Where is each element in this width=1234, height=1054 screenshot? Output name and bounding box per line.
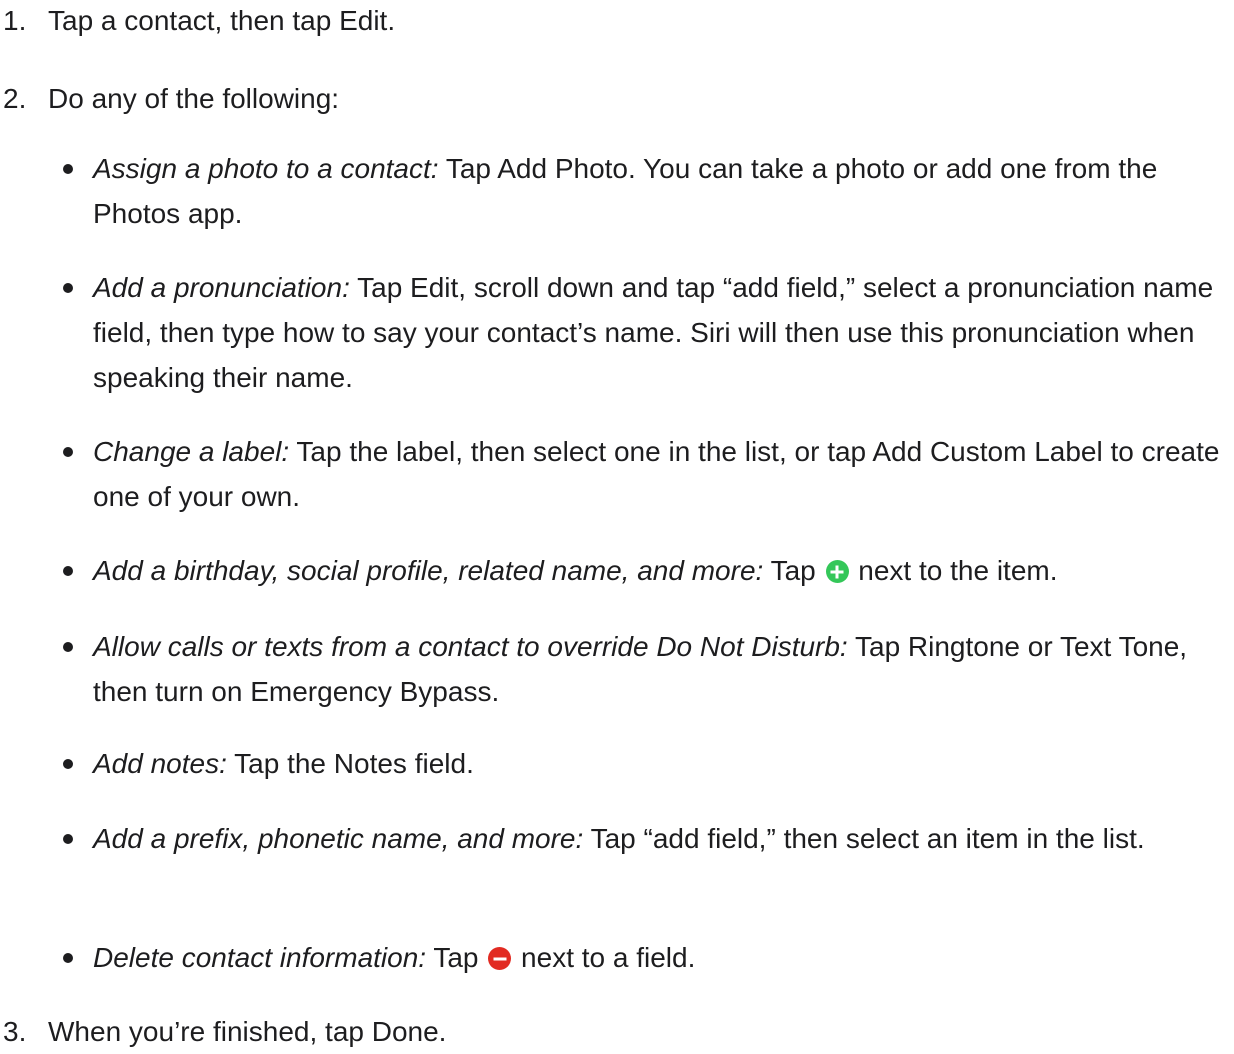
list-item-add-prefix: Add a prefix, phonetic name, and more: T… bbox=[63, 816, 1223, 861]
instructions-document: 1. Tap a contact, then tap Edit. 2. Do any… bbox=[0, 0, 1234, 1048]
bullet-dot bbox=[63, 164, 73, 174]
list-item-change-label: Change a label: Tap the label, then sele… bbox=[63, 429, 1223, 519]
item-text-after: next to a field. bbox=[513, 942, 696, 973]
list-item-emergency-bypass: Allow calls or texts from a contact to o… bbox=[63, 624, 1223, 714]
step-number: 1. bbox=[3, 5, 27, 36]
item-label: Add a prefix, phonetic name, and more: bbox=[93, 823, 584, 854]
bullet-dot bbox=[63, 834, 73, 844]
bullet-dot bbox=[63, 283, 73, 293]
step-3: 3. When you’re finished, tap Done. bbox=[3, 1009, 446, 1054]
item-text-before: Tap bbox=[426, 942, 487, 973]
item-label: Change a label: bbox=[93, 436, 290, 467]
step-2: 2. Do any of the following: bbox=[3, 76, 339, 121]
bullet-dot bbox=[63, 566, 73, 576]
list-item-add-birthday: Add a birthday, social profile, related … bbox=[63, 548, 1223, 593]
step-1: 1. Tap a contact, then tap Edit. bbox=[3, 0, 395, 43]
item-label: Delete contact information: bbox=[93, 942, 427, 973]
list-item-delete-info: Delete contact information: Tap next to … bbox=[63, 935, 1223, 980]
step-number: 3. bbox=[3, 1016, 27, 1047]
bullet-dot bbox=[63, 447, 73, 457]
bullet-dot bbox=[63, 953, 73, 963]
list-item-assign-photo: Assign a photo to a contact: Tap Add Pho… bbox=[63, 146, 1223, 236]
item-label: Allow calls or texts from a contact to o… bbox=[93, 631, 848, 662]
item-text: Tap the Notes field. bbox=[226, 748, 474, 779]
item-label: Assign a photo to a contact: bbox=[93, 153, 439, 184]
bullet-dot bbox=[63, 642, 73, 652]
item-label: Add a pronunciation: bbox=[93, 272, 350, 303]
step-text: When you’re finished, tap Done. bbox=[48, 1016, 447, 1047]
step-text: Tap a contact, then tap Edit. bbox=[48, 5, 396, 36]
item-text-before: Tap bbox=[763, 555, 824, 586]
item-text-after: next to the item. bbox=[850, 555, 1058, 586]
item-label: Add a birthday, social profile, related … bbox=[93, 555, 764, 586]
step-number: 2. bbox=[3, 83, 27, 114]
list-item-add-notes: Add notes: Tap the Notes field. bbox=[63, 741, 1223, 786]
item-label: Add notes: bbox=[93, 748, 227, 779]
bullet-dot bbox=[63, 759, 73, 769]
item-text: Tap “add field,” then select an item in … bbox=[583, 823, 1145, 854]
step-text: Do any of the following: bbox=[48, 83, 340, 114]
delete-circle-icon bbox=[488, 947, 512, 970]
add-circle-icon bbox=[825, 560, 849, 583]
list-item-add-pronunciation: Add a pronunciation: Tap Edit, scroll do… bbox=[63, 265, 1223, 400]
